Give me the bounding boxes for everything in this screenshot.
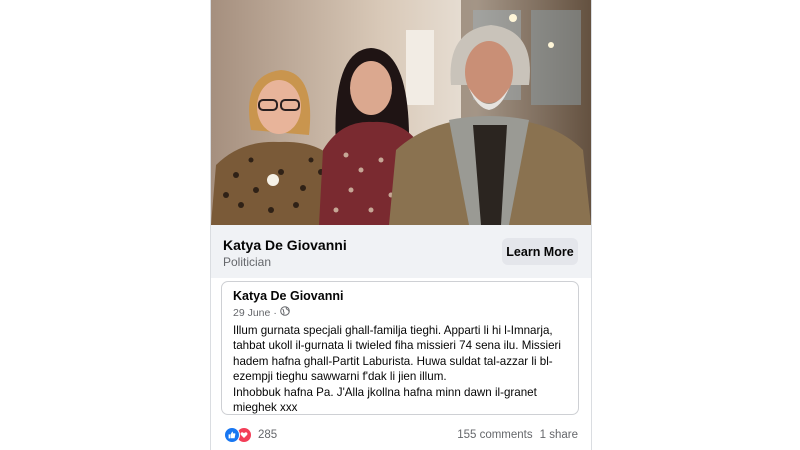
- shared-post-date[interactable]: 29 June: [233, 307, 270, 319]
- engagement-stats: 155 comments 1 share: [457, 429, 578, 441]
- shared-post-meta: 29 June ·: [233, 306, 290, 319]
- shares-count[interactable]: 1 share: [540, 429, 578, 441]
- meta-separator: ·: [273, 306, 277, 319]
- like-icon: [224, 427, 240, 443]
- shared-post-author[interactable]: Katya De Giovanni: [233, 289, 343, 303]
- post-photo[interactable]: [211, 0, 591, 225]
- shared-post[interactable]: Katya De Giovanni 29 June · Illum gurnat…: [221, 281, 579, 415]
- comments-count[interactable]: 155 comments: [457, 429, 532, 441]
- shared-post-text: Illum gurnata specjali ghall-familja tie…: [233, 324, 561, 415]
- link-title[interactable]: Katya De Giovanni: [223, 237, 347, 253]
- post-card: Katya De Giovanni Politician Learn More …: [210, 0, 592, 450]
- reactions-summary[interactable]: 285: [224, 427, 277, 443]
- globe-icon: [280, 306, 290, 319]
- link-subtitle: Politician: [223, 255, 272, 269]
- learn-more-button[interactable]: Learn More: [502, 238, 578, 265]
- link-preview-bar[interactable]: Katya De Giovanni Politician Learn More: [211, 225, 591, 278]
- reaction-count[interactable]: 285: [258, 429, 277, 441]
